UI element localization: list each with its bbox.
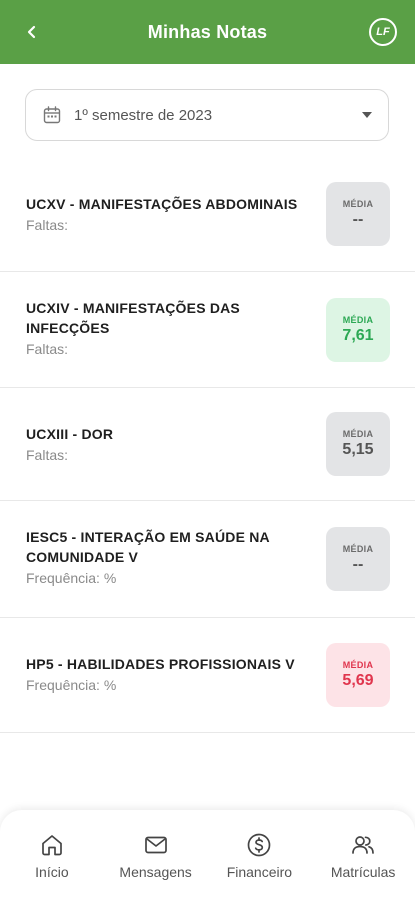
tab-label: Matrículas [330,864,396,880]
subject-attendance: Faltas: [26,217,69,233]
brand-logo: LF [369,18,397,46]
average-value: 5,69 [342,672,374,689]
subject-info: HP5 - HABILIDADES PROFISSIONAIS V Frequê… [26,654,306,693]
list-item[interactable]: UCXIV - MANIFESTAÇÕES DAS INFECÇÕES Falt… [0,272,415,388]
tab-mensagens[interactable]: Mensagens [106,810,206,880]
average-label: MÉDIA [342,199,374,209]
subject-info: IESC5 - INTERAÇÃO EM SAÚDE NA COMUNIDADE… [26,527,306,586]
subject-name: HP5 - HABILIDADES PROFISSIONAIS V [26,656,295,672]
average-value: 5,15 [342,441,374,458]
list-item[interactable]: UCXV - MANIFESTAÇÕES ABDOMINAIS Faltas: … [0,158,415,272]
dollar-icon [248,833,271,857]
tab-matriculas[interactable]: Matrículas [313,810,413,880]
home-icon [42,835,62,856]
bottom-tab-bar: Início Mensagens Financeiro Matrículas [0,810,415,900]
page-title: Minhas Notas [147,21,268,42]
tab-label: Mensagens [119,864,192,880]
subjects-list: UCXV - MANIFESTAÇÕES ABDOMINAIS Faltas: … [0,158,415,733]
envelope-icon [144,836,167,854]
subject-attendance: Frequência: % [26,677,117,693]
subject-attendance: Frequência: % [26,570,117,586]
app-header: Minhas Notas LF [0,0,415,64]
average-badge: MÉDIA 7,61 [326,298,390,362]
subject-info: UCXV - MANIFESTAÇÕES ABDOMINAIS Faltas: [26,194,306,233]
subject-name: UCXIV - MANIFESTAÇÕES DAS INFECÇÕES [26,300,240,336]
average-value: -- [352,211,364,228]
average-badge: MÉDIA -- [326,182,390,246]
average-label: MÉDIA [342,544,374,554]
average-badge: MÉDIA 5,69 [326,643,390,707]
tab-inicio[interactable]: Início [2,810,102,880]
semester-value: 1º semestre de 2023 [74,106,213,124]
subject-name: IESC5 - INTERAÇÃO EM SAÚDE NA COMUNIDADE… [26,529,270,565]
average-value: -- [352,556,364,573]
subject-info: UCXIV - MANIFESTAÇÕES DAS INFECÇÕES Falt… [26,298,306,357]
tab-label: Financeiro [226,864,293,880]
tab-label: Início [35,864,69,880]
subject-name: UCXIII - DOR [26,426,114,442]
back-button[interactable] [18,18,46,46]
average-value: 7,61 [342,327,374,344]
list-item[interactable]: HP5 - HABILIDADES PROFISSIONAIS V Frequê… [0,618,415,733]
chevron-left-icon [27,25,36,39]
list-item[interactable]: UCXIII - DOR Faltas: MÉDIA 5,15 [0,388,415,501]
tab-financeiro[interactable]: Financeiro [209,810,309,880]
average-label: MÉDIA [342,429,374,439]
average-label: MÉDIA [342,660,374,670]
chevron-down-icon [362,112,372,118]
list-item[interactable]: IESC5 - INTERAÇÃO EM SAÚDE NA COMUNIDADE… [0,501,415,618]
subject-info: UCXIII - DOR Faltas: [26,424,306,463]
calendar-icon [43,106,61,124]
subject-name: UCXV - MANIFESTAÇÕES ABDOMINAIS [26,196,298,212]
subject-attendance: Faltas: [26,341,69,357]
average-label: MÉDIA [342,315,374,325]
semester-select[interactable]: 1º semestre de 2023 [25,89,389,141]
average-badge: MÉDIA 5,15 [326,412,390,476]
subject-attendance: Faltas: [26,447,69,463]
average-badge: MÉDIA -- [326,527,390,591]
users-icon [352,836,374,854]
